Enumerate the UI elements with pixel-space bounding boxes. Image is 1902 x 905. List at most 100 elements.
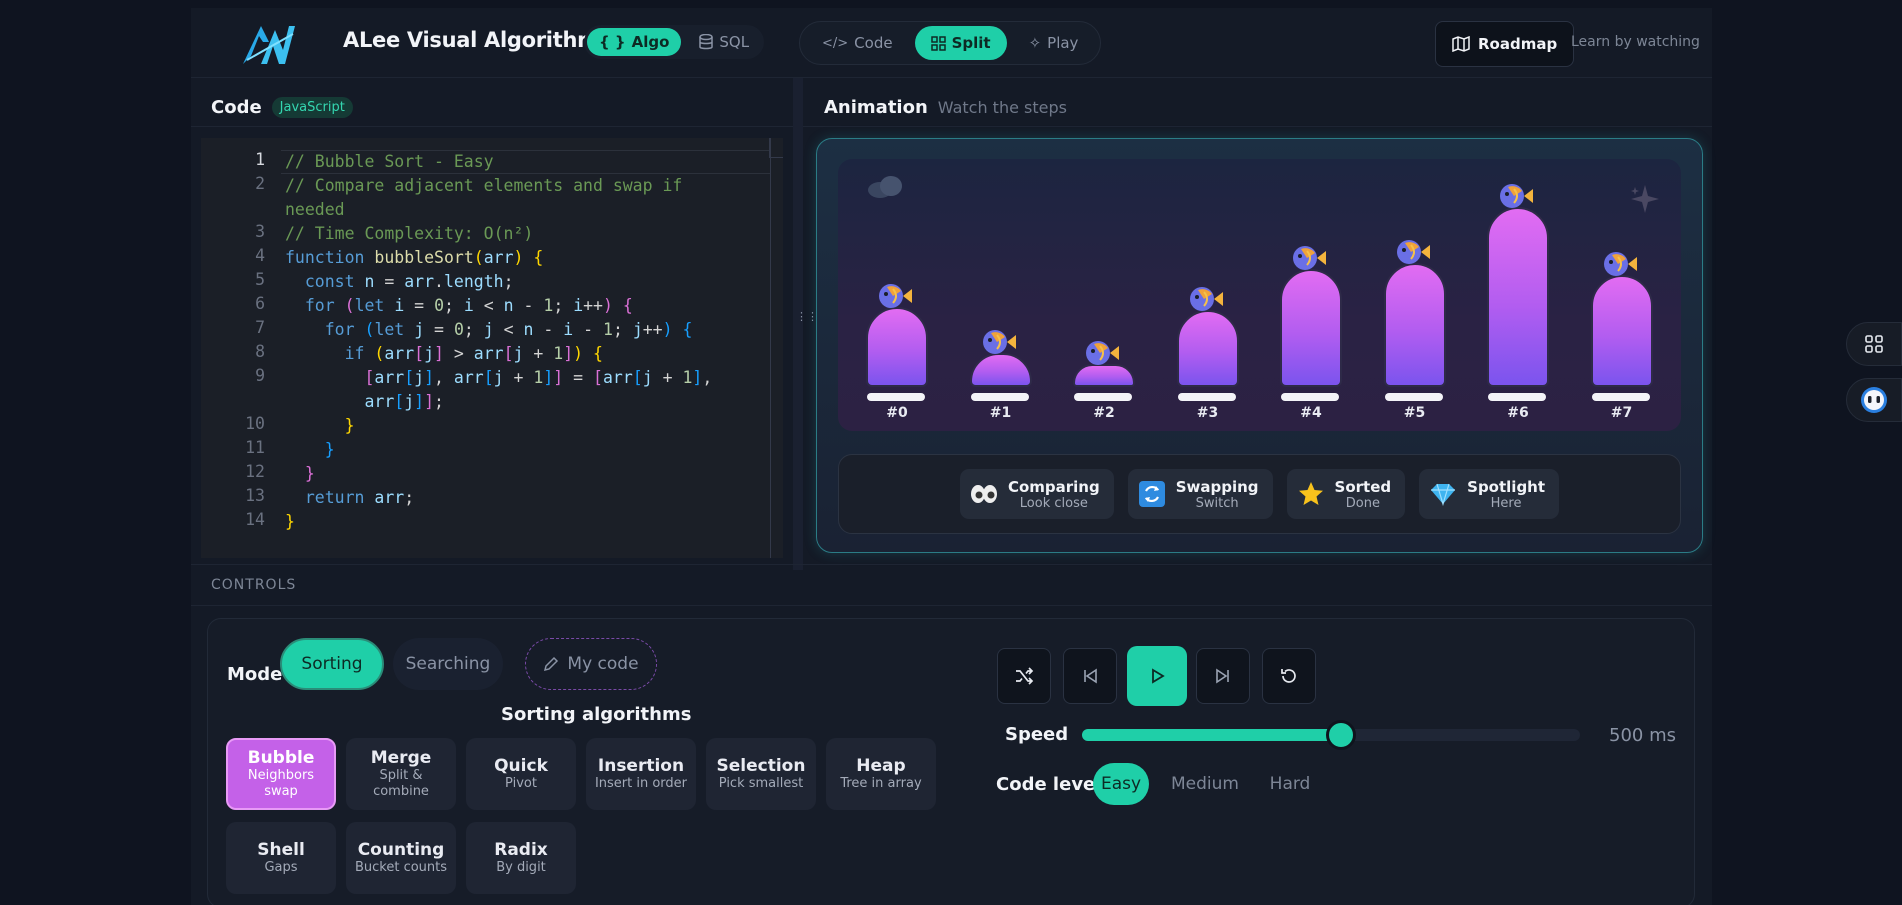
- array-bar: [1383, 263, 1446, 387]
- code-text: return arr;: [304, 488, 415, 507]
- grid-icon: [1865, 335, 1883, 353]
- algo-desc: Tree in array: [840, 776, 922, 791]
- code-text: if (arr[j] > arr[j + 1]) {: [344, 344, 603, 363]
- tab-play-view-label: Play: [1047, 34, 1079, 52]
- code-level-label: Code level: [996, 774, 1102, 795]
- code-text: }: [324, 440, 335, 459]
- divider: [803, 126, 1712, 127]
- array-bar-column: #2: [1071, 159, 1137, 431]
- editor-scrollbar[interactable]: [770, 138, 771, 558]
- fish-icon: [1188, 284, 1224, 314]
- database-icon: [699, 34, 714, 50]
- bar-index-label: #2: [1093, 405, 1115, 421]
- bar-base: [970, 393, 1029, 401]
- bar-index-label: #7: [1610, 405, 1633, 421]
- mode-mycode-button[interactable]: My code: [525, 638, 657, 690]
- level-medium-button[interactable]: Medium: [1160, 763, 1250, 805]
- mode-sorting-button[interactable]: Sorting: [280, 638, 384, 690]
- animation-stage: #0 #1 #2 #3 #4 #5 #6 #7 Comparing Look close Swa…: [816, 138, 1703, 553]
- array-bar: [1590, 275, 1653, 387]
- array-bar-column: #4: [1278, 159, 1344, 431]
- array-bar: [969, 353, 1032, 387]
- bar-base: [1384, 393, 1443, 401]
- fish-icon: [1291, 243, 1327, 273]
- bar-base: [1488, 393, 1546, 401]
- fish-icon: [981, 327, 1017, 357]
- divider: [191, 126, 793, 127]
- step-back-button[interactable]: [1063, 648, 1117, 704]
- shuffle-button[interactable]: [997, 648, 1051, 704]
- bar-index-label: #5: [1403, 405, 1426, 421]
- algo-bubble[interactable]: Bubble Neighbors swap: [226, 738, 336, 810]
- legend-title: Comparing: [1007, 477, 1100, 496]
- algo-quick[interactable]: Quick Pivot: [466, 738, 576, 810]
- legend-title: Sorted: [1334, 477, 1392, 496]
- mode-searching-button[interactable]: Searching: [393, 638, 503, 690]
- speed-value: 500 ms: [1609, 725, 1676, 746]
- legend-sub: Look close: [1019, 495, 1088, 511]
- editor-scroll-thumb[interactable]: [769, 138, 783, 158]
- tab-algo[interactable]: { } Algo: [587, 28, 682, 56]
- code-icon: </>: [822, 35, 849, 51]
- tab-code-view[interactable]: </> Code: [806, 26, 909, 60]
- level-hard-button[interactable]: Hard: [1260, 763, 1320, 805]
- pencil-icon: [544, 656, 559, 672]
- array-bar-column: #7: [1589, 159, 1655, 431]
- drag-handle-icon[interactable]: ⋮⋮: [796, 311, 818, 322]
- code-text: // Bubble Sort - Easy: [285, 152, 494, 171]
- algo-name: Heap: [856, 756, 906, 776]
- code-editor[interactable]: 1 // Bubble Sort - Easy 2 // Compare adjac…: [201, 138, 783, 558]
- eyes-icon: [970, 480, 998, 508]
- speed-slider-handle[interactable]: [1325, 720, 1356, 750]
- level-easy-button[interactable]: Easy: [1093, 763, 1149, 805]
- algo-counting[interactable]: Counting Bucket counts: [346, 822, 456, 894]
- tagline: Learn by watching: [1571, 34, 1700, 50]
- play-icon: [1152, 668, 1165, 684]
- array-bar: [1176, 310, 1239, 387]
- line-number: 10: [245, 414, 265, 433]
- step-forward-button[interactable]: [1196, 648, 1250, 704]
- panel-splitter[interactable]: [793, 78, 803, 570]
- fish-icon: [1084, 338, 1120, 368]
- swap-icon: [1138, 480, 1166, 508]
- bar-base: [1281, 393, 1339, 401]
- tab-code-view-label: Code: [854, 34, 893, 52]
- tab-play-view[interactable]: ✧ Play: [1013, 26, 1095, 60]
- bar-base: [1177, 393, 1236, 401]
- sparkles-icon: ✧: [1028, 34, 1042, 52]
- play-button[interactable]: [1127, 646, 1187, 706]
- array-bar-column: #0: [864, 159, 930, 431]
- animation-panel-header: Animation Watch the steps: [824, 78, 1067, 136]
- algo-insertion[interactable]: Insertion Insert in order: [586, 738, 696, 810]
- tab-sql[interactable]: SQL: [687, 28, 761, 56]
- apps-float-button[interactable]: [1846, 322, 1902, 366]
- line-number: 5: [255, 270, 265, 289]
- line-number: 6: [255, 294, 265, 313]
- line-number: 12: [245, 462, 265, 481]
- line-number: 9: [255, 366, 265, 385]
- mode-sorting-label: Sorting: [301, 654, 363, 674]
- assistant-float-button[interactable]: [1846, 378, 1902, 422]
- level-hard-label: Hard: [1269, 774, 1311, 794]
- bot-avatar-icon: [1861, 387, 1887, 413]
- tab-split-view[interactable]: Split: [914, 26, 1007, 60]
- reset-button[interactable]: [1262, 648, 1316, 704]
- algo-shell[interactable]: Shell Gaps: [226, 822, 336, 894]
- speed-label: Speed: [1005, 724, 1069, 745]
- algo-radix[interactable]: Radix By digit: [466, 822, 576, 894]
- algo-selection[interactable]: Selection Pick smallest: [706, 738, 816, 810]
- animation-panel-subtitle: Watch the steps: [937, 97, 1067, 117]
- algo-desc: Bucket counts: [354, 860, 448, 875]
- code-panel-header: Code JavaScript: [211, 78, 353, 136]
- roadmap-button[interactable]: Roadmap: [1435, 21, 1575, 67]
- array-bar-column: #3: [1175, 159, 1241, 431]
- speed-slider[interactable]: [1082, 720, 1580, 750]
- algo-heap[interactable]: Heap Tree in array: [826, 738, 936, 810]
- algo-name: Bubble: [247, 748, 315, 768]
- app-logo: [243, 26, 295, 64]
- braces-icon: { }: [599, 33, 626, 51]
- star-icon: [1297, 480, 1325, 508]
- algo-desc: By digit: [496, 860, 546, 875]
- grid-icon: [930, 35, 946, 51]
- algo-merge[interactable]: Merge Split & combine: [346, 738, 456, 810]
